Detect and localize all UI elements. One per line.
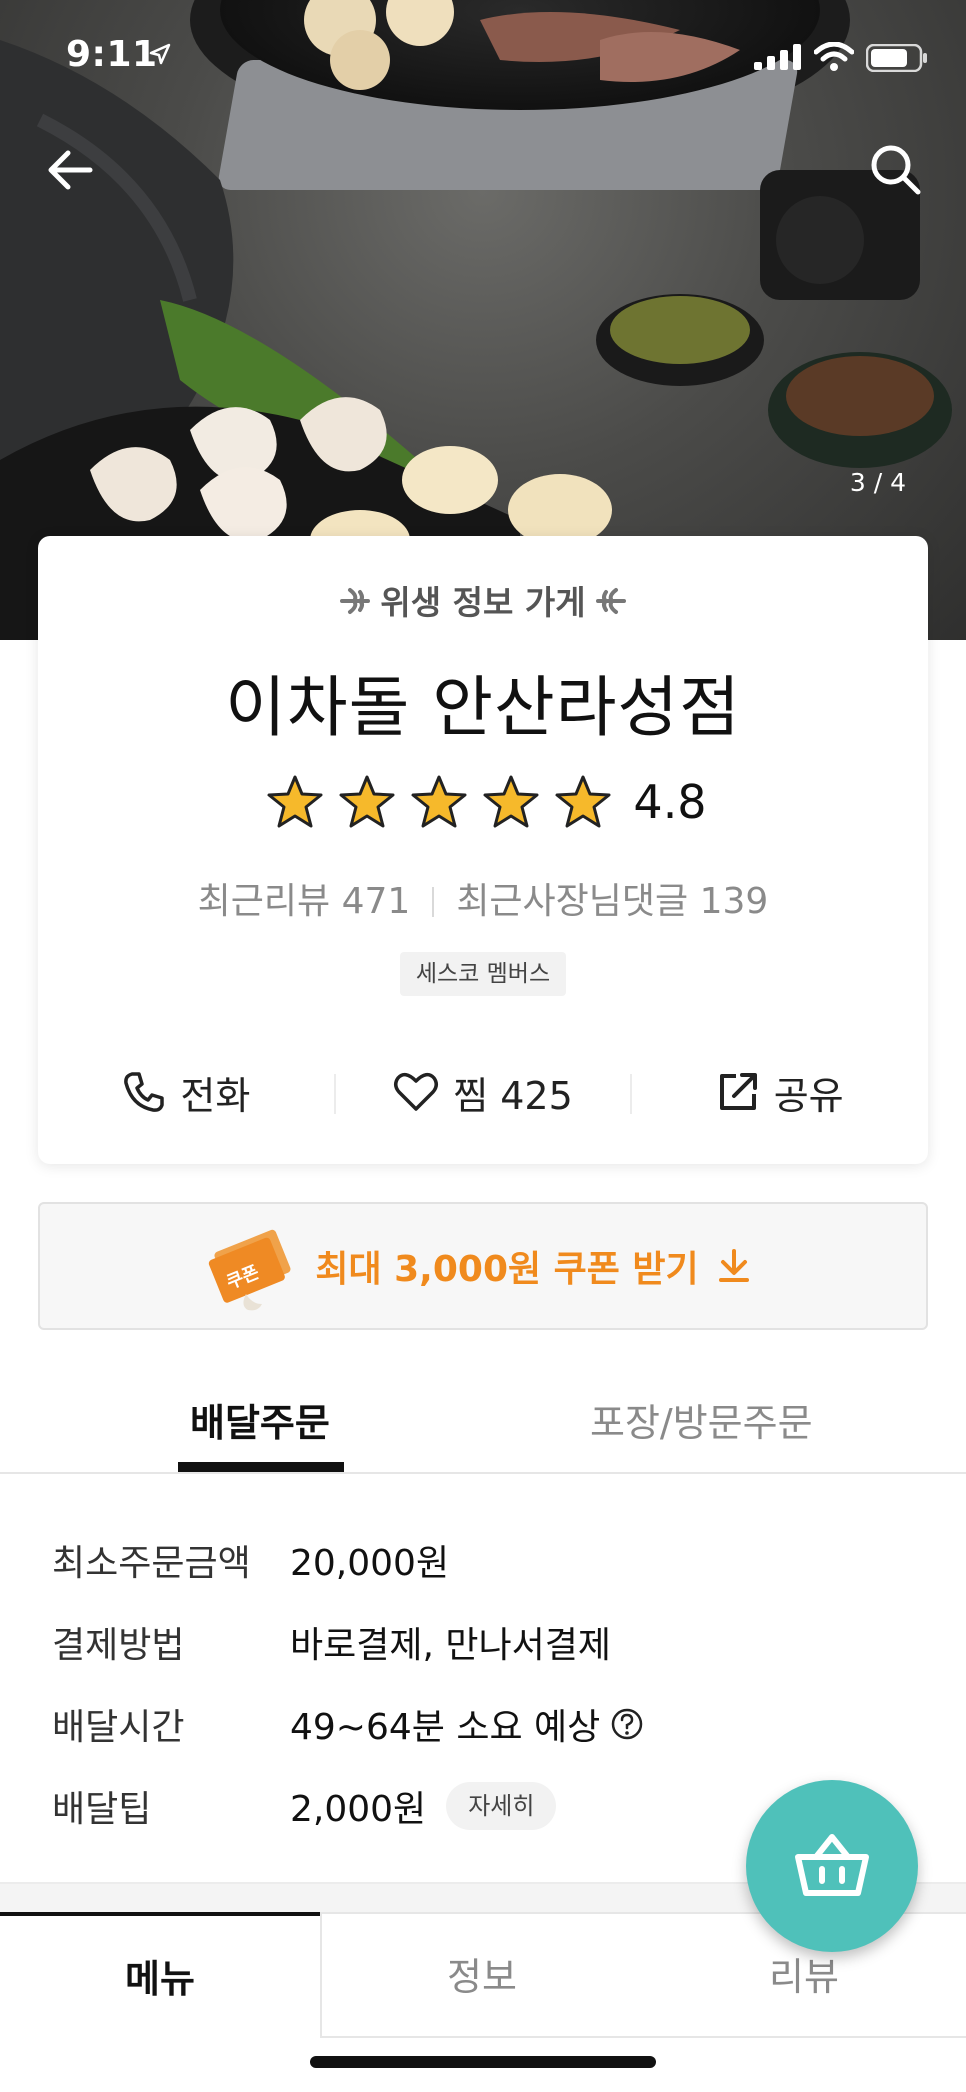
store-card: 위생 정보 가게 이차돌 안산라성점 4.8 최근리뷰 471 최근사장님댓글 1… <box>38 536 928 1164</box>
star-icon <box>555 775 611 828</box>
store-actions: 전화 찜 425 공유 <box>38 1052 928 1132</box>
membership-badge: 세스코 멤버스 <box>400 952 566 996</box>
status-bar: 9:11 <box>0 0 966 110</box>
cart-button[interactable] <box>746 1780 918 1952</box>
phone-icon <box>124 1072 165 1112</box>
info-row-payment: 결제방법 바로결제, 만나서결제 <box>52 1606 912 1688</box>
like-button[interactable]: 찜 425 <box>335 1052 632 1132</box>
star-icon <box>339 775 395 828</box>
coupon-icon: 쿠폰 <box>208 1229 291 1311</box>
reviews-divider <box>432 887 435 917</box>
leaf-icon <box>595 588 626 614</box>
tab-menu[interactable]: 메뉴 <box>0 1912 320 2038</box>
share-button[interactable]: 공유 <box>631 1052 928 1132</box>
tab-info[interactable]: 정보 <box>320 1912 642 2038</box>
like-label: 찜 425 <box>453 1073 573 1118</box>
tip-detail-button[interactable]: 자세히 <box>446 1782 557 1830</box>
tab-delivery-order[interactable]: 배달주문 <box>190 1392 330 1447</box>
share-icon <box>719 1073 757 1110</box>
info-row-min-order: 최소주문금액 20,000원 <box>52 1524 912 1606</box>
delivery-time-value: 49~64분 소요 예상 <box>290 1707 601 1748</box>
star-icon <box>483 775 539 828</box>
image-pager: 3 / 4 <box>849 468 907 497</box>
search-icon <box>871 145 921 195</box>
star-icon <box>267 775 323 828</box>
status-time: 9:11 <box>66 34 158 75</box>
order-type-tabs: 배달주문 포장/방문주문 <box>0 1370 966 1474</box>
signal-icon <box>754 44 801 70</box>
delivery-tip-value: 2,000원 <box>290 1789 427 1830</box>
info-label: 최소주문금액 <box>52 1543 251 1584</box>
help-icon[interactable] <box>610 1707 644 1741</box>
min-order-value: 20,000원 <box>290 1543 450 1584</box>
recent-owner-replies[interactable]: 최근사장님댓글 139 <box>456 881 768 922</box>
active-tab-underline <box>178 1462 344 1472</box>
info-label: 배달팁 <box>52 1789 152 1830</box>
info-label: 배달시간 <box>52 1707 185 1748</box>
leaf-icon <box>340 588 371 614</box>
payment-value: 바로결제, 만나서결제 <box>290 1625 611 1666</box>
star-icon <box>411 775 467 828</box>
info-label: 결제방법 <box>52 1625 185 1666</box>
hygiene-label: 위생 정보 가게 <box>380 583 586 622</box>
info-row-delivery-time: 배달시간 49~64분 소요 예상 <box>52 1688 912 1770</box>
coupon-banner[interactable]: 쿠폰 최대 3,000원 쿠폰 받기 <box>38 1202 928 1330</box>
call-label: 전화 <box>180 1073 251 1118</box>
call-button[interactable]: 전화 <box>38 1052 335 1132</box>
back-arrow-icon <box>48 150 93 190</box>
rating-row: 4.8 <box>38 774 928 830</box>
action-divider <box>334 1074 336 1114</box>
cart-icon <box>795 1834 869 1896</box>
wifi-icon <box>814 42 854 71</box>
tab-pickup-order[interactable]: 포장/방문주문 <box>590 1392 813 1447</box>
recent-reviews[interactable]: 최근리뷰 471 <box>198 881 411 922</box>
download-arrow-icon <box>718 1249 749 1282</box>
action-divider <box>630 1074 632 1114</box>
hygiene-badge: 위생 정보 가게 <box>38 576 928 624</box>
reviews-row[interactable]: 최근리뷰 471 최근사장님댓글 139 <box>38 872 928 924</box>
battery-icon <box>866 44 927 72</box>
heart-icon <box>394 1072 439 1111</box>
search-button[interactable] <box>866 140 926 200</box>
store-name: 이차돌 안산라성점 <box>225 669 741 746</box>
back-button[interactable] <box>40 140 100 200</box>
coupon-label: 최대 3,000원 쿠폰 받기 <box>315 1249 699 1290</box>
location-arrow-icon <box>149 43 171 65</box>
home-indicator[interactable] <box>310 2056 656 2068</box>
rating-value: 4.8 <box>633 775 707 829</box>
share-label: 공유 <box>773 1073 844 1118</box>
